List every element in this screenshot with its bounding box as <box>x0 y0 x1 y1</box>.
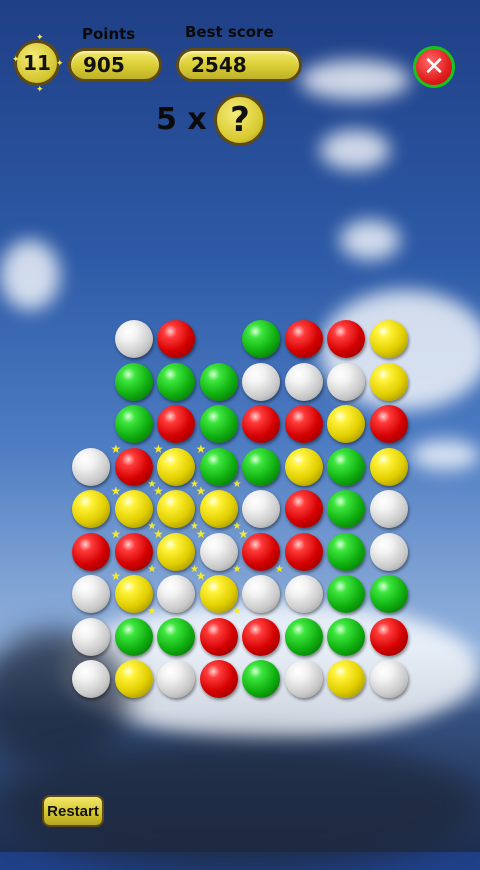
ball-red[interactable] <box>284 405 323 443</box>
ball-white[interactable] <box>284 660 323 698</box>
ball-green[interactable] <box>157 362 195 401</box>
ball-white[interactable] <box>242 362 280 401</box>
ball-green[interactable] <box>196 442 242 490</box>
ball-yellow[interactable] <box>369 320 408 358</box>
ball-green[interactable] <box>199 362 238 401</box>
ball-red[interactable] <box>111 527 157 575</box>
ball-white[interactable] <box>196 527 242 575</box>
ball-white[interactable] <box>157 575 195 613</box>
game-board <box>0 0 480 852</box>
ball-yellow[interactable] <box>369 362 408 401</box>
ball-green[interactable] <box>327 447 365 486</box>
ball-red[interactable] <box>242 405 280 443</box>
ball-green[interactable] <box>242 320 280 358</box>
ball-red[interactable] <box>369 617 408 656</box>
ball-green[interactable] <box>242 660 280 698</box>
ball-yellow[interactable] <box>327 660 365 698</box>
ball-red[interactable] <box>157 320 195 358</box>
ball-red[interactable] <box>199 660 238 698</box>
ball-white[interactable] <box>242 575 280 613</box>
ball-white[interactable] <box>157 660 195 698</box>
ball-yellow[interactable] <box>153 484 199 532</box>
ball-green[interactable] <box>327 617 365 656</box>
ball-red[interactable] <box>284 532 323 571</box>
ball-yellow[interactable] <box>153 527 199 575</box>
ball-yellow[interactable] <box>111 484 157 532</box>
ball-red[interactable] <box>72 532 110 571</box>
ball-yellow[interactable] <box>72 490 110 528</box>
ball-red[interactable] <box>238 527 284 575</box>
ball-green[interactable] <box>327 490 365 528</box>
ball-yellow[interactable] <box>111 569 157 617</box>
ball-green[interactable] <box>242 447 280 486</box>
ball-white[interactable] <box>369 532 408 571</box>
ball-green[interactable] <box>369 575 408 613</box>
ball-green[interactable] <box>114 617 153 656</box>
ball-yellow[interactable] <box>196 569 242 617</box>
restart-label: Restart <box>47 802 99 820</box>
ball-green[interactable] <box>199 405 238 443</box>
ball-yellow[interactable] <box>153 442 199 490</box>
ball-green[interactable] <box>284 617 323 656</box>
ball-red[interactable] <box>327 320 365 358</box>
ball-green[interactable] <box>327 575 365 613</box>
ball-white[interactable] <box>72 447 110 486</box>
restart-button[interactable]: Restart <box>42 795 104 827</box>
ball-red[interactable] <box>199 617 238 656</box>
ball-yellow[interactable] <box>114 660 153 698</box>
ball-red[interactable] <box>242 617 280 656</box>
ball-green[interactable] <box>327 532 365 571</box>
ball-red[interactable] <box>369 405 408 443</box>
ball-white[interactable] <box>327 362 365 401</box>
ball-red[interactable] <box>157 405 195 443</box>
ball-white[interactable] <box>114 320 153 358</box>
ball-green[interactable] <box>157 617 195 656</box>
ball-yellow[interactable] <box>196 484 242 532</box>
ball-white[interactable] <box>369 660 408 698</box>
ball-white[interactable] <box>72 660 110 698</box>
ball-yellow[interactable] <box>284 447 323 486</box>
ball-white[interactable] <box>369 490 408 528</box>
ball-yellow[interactable] <box>327 405 365 443</box>
ball-red[interactable] <box>284 320 323 358</box>
ball-green[interactable] <box>114 362 153 401</box>
ball-green[interactable] <box>114 405 153 443</box>
ball-white[interactable] <box>284 362 323 401</box>
ball-yellow[interactable] <box>369 447 408 486</box>
ball-red[interactable] <box>284 490 323 528</box>
ball-white[interactable] <box>284 575 323 613</box>
ball-red[interactable] <box>111 442 157 490</box>
ball-white[interactable] <box>242 490 280 528</box>
ball-white[interactable] <box>72 575 110 613</box>
ball-white[interactable] <box>72 617 110 656</box>
